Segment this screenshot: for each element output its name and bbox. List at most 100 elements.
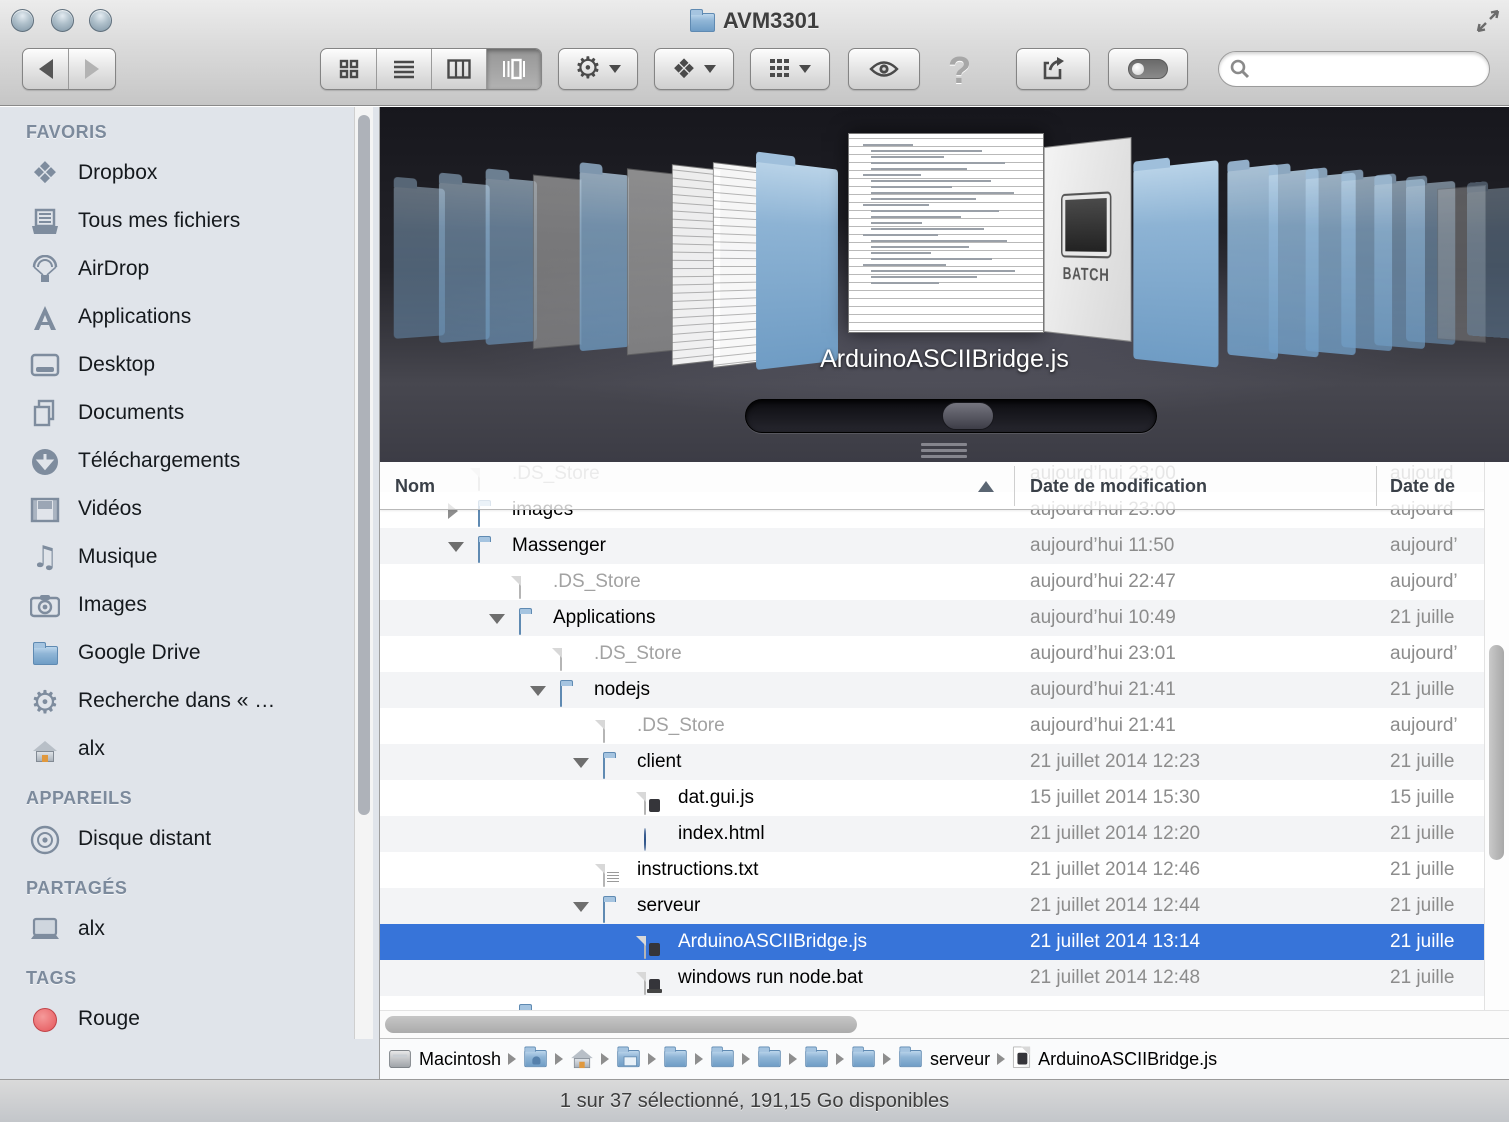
path-item-folder[interactable] <box>616 1046 641 1073</box>
file-row-serveur[interactable]: serveur21 juillet 2014 12:4421 juille <box>380 888 1484 924</box>
path-separator-icon <box>883 1053 891 1065</box>
dropbox-menu-button[interactable]: ❖ <box>654 48 734 90</box>
sidebar-item-images[interactable]: Images <box>0 581 379 629</box>
pane-resize-handle[interactable] <box>921 443 967 461</box>
sidebar-item-musique[interactable]: ♫Musique <box>0 533 379 581</box>
path-item-folder[interactable] <box>804 1046 829 1073</box>
file-row-partial[interactable] <box>380 996 1484 1010</box>
disclosure-expanded-icon[interactable] <box>489 614 505 624</box>
list-view-button[interactable] <box>376 49 431 89</box>
coverflow-document-item[interactable] <box>627 168 674 355</box>
disclosure-expanded-icon[interactable] <box>573 902 589 912</box>
file-row-instructions-txt[interactable]: instructions.txt21 juillet 2014 12:4621 … <box>380 852 1484 888</box>
downloads-icon <box>28 445 62 479</box>
proxy-folder-icon[interactable] <box>690 13 715 32</box>
sidebar-item-tous-mes-fichiers[interactable]: Tous mes fichiers <box>0 197 379 245</box>
sidebar-item-rouge[interactable]: Rouge <box>0 995 379 1043</box>
back-button[interactable] <box>23 49 69 89</box>
path-item-macintosh[interactable]: Macintosh <box>388 1044 501 1074</box>
sidebar-section-title: APPAREILS <box>0 781 379 815</box>
list-vertical-scrollbar[interactable] <box>1484 462 1509 1010</box>
file-row-nodejs[interactable]: nodejsaujourd’hui 21:4121 juille <box>380 672 1484 708</box>
column-header-nom[interactable]: Nom <box>395 462 435 510</box>
quicklook-button[interactable] <box>848 48 920 90</box>
search-field[interactable] <box>1218 51 1490 87</box>
coverflow-document-item[interactable] <box>533 175 582 350</box>
help-button[interactable]: ? <box>948 50 971 93</box>
list-horizontal-scrollbar-thumb[interactable] <box>385 1016 857 1033</box>
sidebar-item-dropbox[interactable]: ❖Dropbox <box>0 149 379 197</box>
sidebar-item-airdrop[interactable]: AirDrop <box>0 245 379 293</box>
sidebar-scrollbar-thumb[interactable] <box>358 115 370 815</box>
sidebar-item-applications[interactable]: Applications <box>0 293 379 341</box>
list-vertical-scrollbar-thumb[interactable] <box>1489 645 1504 860</box>
path-item-folder[interactable] <box>851 1046 876 1073</box>
coverflow-folder-item[interactable] <box>1133 160 1218 367</box>
arrange-menu-button[interactable] <box>750 48 830 90</box>
file-row-dat-gui-js[interactable]: dat.gui.js15 juillet 2014 15:3015 juille <box>380 780 1484 816</box>
file-row--ds-store[interactable]: .DS_Storeaujourd’hui 21:41aujourd’ <box>380 708 1484 744</box>
forward-button[interactable] <box>69 49 115 89</box>
disclosure-expanded-icon[interactable] <box>530 686 546 696</box>
file-row-client[interactable]: client21 juillet 2014 12:2321 juille <box>380 744 1484 780</box>
search-input[interactable] <box>1251 55 1489 83</box>
batch-file-preview[interactable]: BATCH <box>1044 137 1131 342</box>
file-row-applications[interactable]: Applicationsaujourd’hui 10:4921 juille <box>380 600 1484 636</box>
coverflow-view-button[interactable] <box>486 49 541 89</box>
coverflow-folder-item[interactable] <box>486 177 537 346</box>
disclosure-expanded-icon[interactable] <box>448 542 464 552</box>
sidebar-item-alx[interactable]: alx <box>0 905 379 953</box>
path-item-folder[interactable] <box>757 1046 782 1073</box>
html-icon <box>644 822 670 846</box>
fullscreen-icon[interactable] <box>1475 8 1501 34</box>
search-gear-icon: ⚙ <box>28 685 62 719</box>
column-header-date-modification[interactable]: Date de modification <box>1030 462 1207 510</box>
coverflow-folder-item[interactable] <box>580 170 629 351</box>
icon-view-button[interactable] <box>321 49 376 89</box>
path-item-folder[interactable] <box>710 1046 735 1073</box>
path-item-folder[interactable] <box>663 1046 688 1073</box>
coverflow-folder-item[interactable] <box>756 160 838 370</box>
column-header-date-de[interactable]: Date de <box>1390 462 1455 510</box>
coverflow-scrubber[interactable] <box>745 399 1157 433</box>
path-separator-icon <box>997 1053 1005 1065</box>
share-button[interactable] <box>1016 48 1090 90</box>
coverflow-document-item[interactable] <box>713 162 762 368</box>
list-horizontal-scrollbar[interactable] <box>380 1010 1509 1038</box>
sidebar-item-vid-os[interactable]: Vidéos <box>0 485 379 533</box>
file-row-massenger[interactable]: Massengeraujourd’hui 11:50aujourd’ <box>380 528 1484 564</box>
sidebar-item-documents[interactable]: Documents <box>0 389 379 437</box>
sidebar-item-disque-distant[interactable]: Disque distant <box>0 815 379 863</box>
file-name: .DS_Store <box>637 708 725 744</box>
file-date-created: 21 juille <box>1390 888 1454 924</box>
title-bar[interactable]: AVM3301 <box>0 0 1509 42</box>
path-item-folder[interactable] <box>570 1044 594 1075</box>
file-row--ds-store[interactable]: .DS_Storeaujourd’hui 23:01aujourd’ <box>380 636 1484 672</box>
sidebar-item-desktop[interactable]: Desktop <box>0 341 379 389</box>
sidebar-item-alx[interactable]: alx <box>0 725 379 773</box>
coverflow-folder-item[interactable] <box>394 185 445 339</box>
coverflow-selected-preview[interactable] <box>848 133 1044 333</box>
coverflow-folder-item[interactable] <box>439 181 490 343</box>
path-item-arduinoasciibridge-js[interactable]: ArduinoASCIIBridge.js <box>1012 1045 1217 1074</box>
file-row-index-html[interactable]: index.html21 juillet 2014 12:2021 juille <box>380 816 1484 852</box>
sidebar-item-label: Desktop <box>78 353 155 376</box>
toggle-button[interactable] <box>1108 48 1188 90</box>
sidebar-item-label: Documents <box>78 401 184 424</box>
file-row-arduinoasciibridge-js[interactable]: ArduinoASCIIBridge.js21 juillet 2014 13:… <box>380 924 1484 960</box>
file-row--ds-store[interactable]: .DS_Storeaujourd’hui 22:47aujourd’ <box>380 564 1484 600</box>
coverflow-scrubber-knob[interactable] <box>942 402 994 430</box>
file-row-windows-run-node-bat[interactable]: windows run node.bat21 juillet 2014 12:4… <box>380 960 1484 996</box>
sidebar-item-google-drive[interactable]: Google Drive <box>0 629 379 677</box>
column-view-button[interactable] <box>431 49 486 89</box>
disclosure-expanded-icon[interactable] <box>573 758 589 768</box>
path-item-folder[interactable] <box>523 1046 548 1073</box>
eye-icon <box>869 60 899 78</box>
folder-icon <box>603 750 629 774</box>
sidebar-scrollbar[interactable] <box>354 107 373 1039</box>
sidebar-item-t-l-chargements[interactable]: Téléchargements <box>0 437 379 485</box>
path-item-serveur[interactable]: serveur <box>898 1046 990 1073</box>
coverflow-folder-item[interactable] <box>1467 187 1509 339</box>
sidebar-item-recherche-dans-[interactable]: ⚙Recherche dans « … <box>0 677 379 725</box>
action-menu-button[interactable]: ⚙ <box>558 48 638 90</box>
